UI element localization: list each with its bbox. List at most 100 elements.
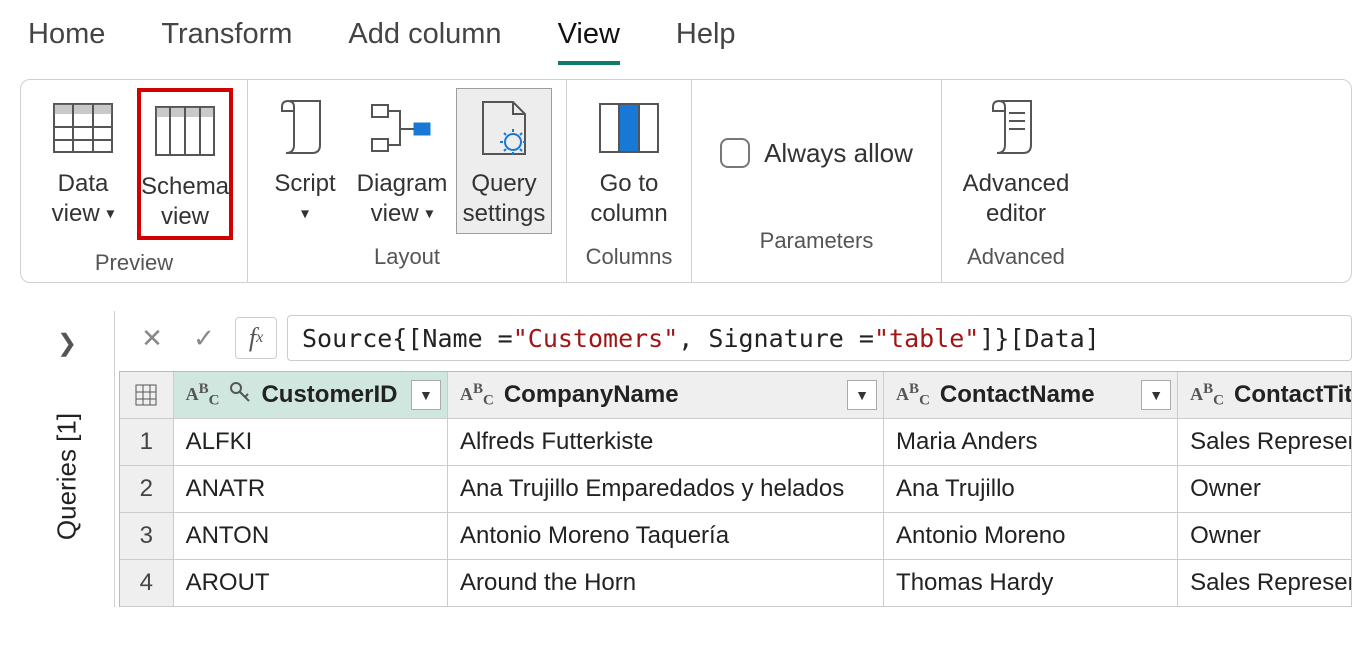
queries-pane-label[interactable]: Queries [1] <box>52 413 83 540</box>
go-to-column-label: Go to column <box>590 169 667 229</box>
always-allow-checkbox[interactable] <box>720 138 750 168</box>
chevron-down-icon: ▾ <box>425 206 433 223</box>
chevron-down-icon: ▾ <box>106 206 114 223</box>
ribbon-group-preview: Data view ▾ Schema view Preview <box>21 80 248 282</box>
grid-corner[interactable] <box>120 372 174 419</box>
cell-customerid: AROUT <box>174 560 448 607</box>
row-number: 3 <box>120 513 174 560</box>
cell-customerid: ANTON <box>174 513 448 560</box>
table-icon <box>53 93 113 163</box>
formula-str-2: "table" <box>874 324 979 353</box>
formula-str-1: "Customers" <box>513 324 679 353</box>
query-settings-icon <box>477 93 531 163</box>
cell-contacttitle: Owner <box>1178 466 1352 513</box>
schema-view-label: Schema view <box>141 172 229 232</box>
commit-formula-icon[interactable]: ✓ <box>183 317 225 359</box>
data-grid: ABC CustomerID ▼ ABC CompanyName ▼ ABC C… <box>119 371 1352 607</box>
cell-customerid: ALFKI <box>174 419 448 466</box>
ribbon-group-layout: Script ▾ Diagram view ▾ Query settings La… <box>248 80 567 282</box>
go-to-column-button[interactable]: Go to column <box>581 88 677 234</box>
abc-type-icon: ABC <box>896 381 930 410</box>
chevron-down-icon: ▾ <box>301 206 309 223</box>
formula-text-3: ]}[Data] <box>979 324 1099 353</box>
cell-contactname: Maria Anders <box>884 419 1178 466</box>
abc-type-icon: ABC <box>1190 381 1224 410</box>
cell-contacttitle: Sales Represent <box>1178 560 1352 607</box>
cell-companyname: Around the Horn <box>448 560 884 607</box>
script-label: Script <box>274 170 335 197</box>
query-settings-label: Query settings <box>463 169 546 229</box>
script-icon <box>280 93 330 163</box>
data-view-button[interactable]: Data view ▾ <box>35 88 131 240</box>
row-number: 1 <box>120 419 174 466</box>
header-label: CompanyName <box>504 381 679 409</box>
advanced-editor-label: Advanced editor <box>963 169 1070 229</box>
content-area: ❯ Queries [1] ✕ ✓ fx Source{[Name = "Cus… <box>0 311 1372 607</box>
abc-type-icon: ABC <box>460 381 494 410</box>
row-number: 2 <box>120 466 174 513</box>
cancel-formula-icon[interactable]: ✕ <box>131 317 173 359</box>
cell-companyname: Antonio Moreno Taquería <box>448 513 884 560</box>
formula-text-1: Source{[Name = <box>302 324 513 353</box>
header-label: ContactName <box>940 381 1095 409</box>
group-caption-preview: Preview <box>95 250 173 276</box>
filter-dropdown-icon[interactable]: ▼ <box>847 380 877 410</box>
abc-type-icon: ABC <box>186 381 220 410</box>
cell-contactname: Antonio Moreno <box>884 513 1178 560</box>
group-caption-advanced: Advanced <box>967 244 1065 270</box>
advanced-editor-button[interactable]: Advanced editor <box>956 88 1076 234</box>
table-row[interactable]: 4 AROUT Around the Horn Thomas Hardy Sal… <box>120 560 1352 607</box>
fx-icon[interactable]: fx <box>235 317 277 359</box>
tab-help[interactable]: Help <box>676 18 736 65</box>
formula-input[interactable]: Source{[Name = "Customers", Signature = … <box>287 315 1352 361</box>
header-label: ContactTitl <box>1234 381 1352 409</box>
table-row[interactable]: 2 ANATR Ana Trujillo Emparedados y helad… <box>120 466 1352 513</box>
expand-queries-icon[interactable]: ❯ <box>20 329 114 358</box>
tab-transform[interactable]: Transform <box>161 18 292 65</box>
tab-view[interactable]: View <box>558 18 620 65</box>
cell-customerid: ANATR <box>174 466 448 513</box>
script-button[interactable]: Script ▾ <box>262 88 348 234</box>
row-number: 4 <box>120 560 174 607</box>
advanced-editor-icon <box>991 93 1041 163</box>
column-header-companyname[interactable]: ABC CompanyName ▼ <box>448 372 884 419</box>
cell-contacttitle: Owner <box>1178 513 1352 560</box>
ribbon: Data view ▾ Schema view Preview Script ▾ <box>20 79 1352 283</box>
cell-contacttitle: Sales Represent <box>1178 419 1352 466</box>
table-row[interactable]: 3 ANTON Antonio Moreno Taquería Antonio … <box>120 513 1352 560</box>
column-header-contactname[interactable]: ABC ContactName ▼ <box>884 372 1178 419</box>
cell-companyname: Alfreds Futterkiste <box>448 419 884 466</box>
group-caption-parameters: Parameters <box>760 228 874 254</box>
goto-column-icon <box>599 93 659 163</box>
data-view-label: Data view <box>52 170 109 227</box>
schema-view-button[interactable]: Schema view <box>137 88 233 240</box>
formula-text-2: , Signature = <box>678 324 874 353</box>
ribbon-group-columns: Go to column Columns <box>567 80 692 282</box>
key-icon <box>229 381 251 410</box>
formula-bar: ✕ ✓ fx Source{[Name = "Customers", Signa… <box>115 311 1352 371</box>
schema-icon <box>155 96 215 166</box>
diagram-view-button[interactable]: Diagram view ▾ <box>354 88 450 234</box>
diagram-view-label: Diagram view <box>357 170 448 227</box>
always-allow-label: Always allow <box>764 138 913 169</box>
table-icon <box>135 384 157 406</box>
ribbon-tabs: Home Transform Add column View Help <box>0 0 1372 65</box>
queries-pane-collapsed: ❯ Queries [1] <box>20 311 115 607</box>
tab-add-column[interactable]: Add column <box>348 18 501 65</box>
tab-home[interactable]: Home <box>28 18 105 65</box>
filter-dropdown-icon[interactable]: ▼ <box>1141 380 1171 410</box>
cell-contactname: Ana Trujillo <box>884 466 1178 513</box>
query-settings-button[interactable]: Query settings <box>456 88 552 234</box>
cell-companyname: Ana Trujillo Emparedados y helados <box>448 466 884 513</box>
diagram-icon <box>370 93 434 163</box>
filter-dropdown-icon[interactable]: ▼ <box>411 380 441 410</box>
table-row[interactable]: 1 ALFKI Alfreds Futterkiste Maria Anders… <box>120 419 1352 466</box>
column-header-contacttitle[interactable]: ABC ContactTitl <box>1178 372 1352 419</box>
column-header-customerid[interactable]: ABC CustomerID ▼ <box>174 372 448 419</box>
group-caption-layout: Layout <box>374 244 440 270</box>
ribbon-group-advanced: Advanced editor Advanced <box>942 80 1090 282</box>
header-label: CustomerID <box>261 381 397 409</box>
cell-contactname: Thomas Hardy <box>884 560 1178 607</box>
group-caption-columns: Columns <box>586 244 673 270</box>
grid-header-row: ABC CustomerID ▼ ABC CompanyName ▼ ABC C… <box>120 372 1352 419</box>
